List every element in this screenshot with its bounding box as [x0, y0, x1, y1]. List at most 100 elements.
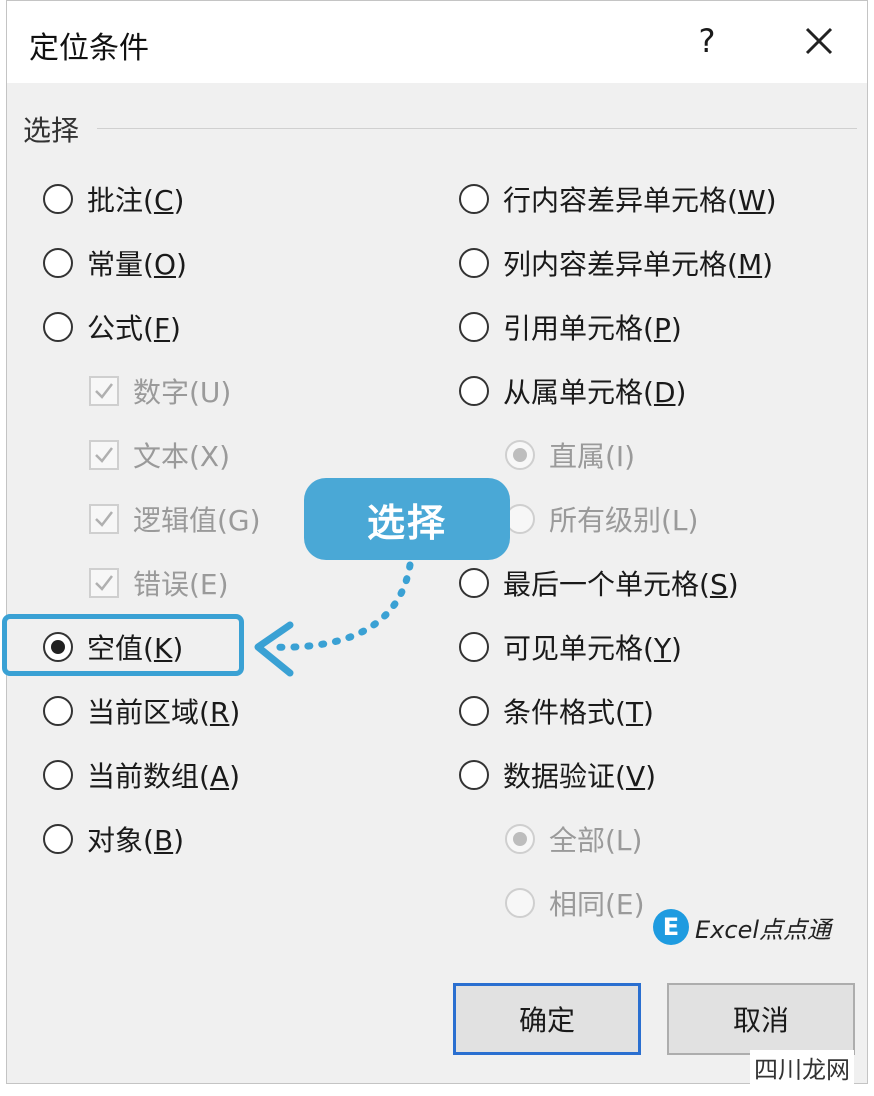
radio-icon[interactable] [43, 184, 73, 214]
left-option-label-3: 数字(U) [133, 371, 231, 411]
label-text: 当前数组( [87, 760, 210, 793]
right-option-10: 全部(L) [505, 815, 642, 863]
left-option-1[interactable]: 常量(O) [43, 239, 187, 287]
right-option-3[interactable]: 从属单元格(D) [459, 367, 686, 415]
access-key: R [209, 696, 230, 729]
right-option-6[interactable]: 最后一个单元格(S) [459, 559, 739, 607]
left-option-label-8: 当前区域(R) [87, 691, 240, 731]
label-text: 对象( [87, 824, 154, 857]
dotted-arrow-icon [254, 561, 414, 677]
radio-icon[interactable] [459, 312, 489, 342]
help-button[interactable]: ? [689, 19, 725, 63]
left-option-10[interactable]: 对象(B) [43, 815, 184, 863]
right-option-label-8: 条件格式(T) [503, 691, 654, 731]
label-text: 错误(E) [133, 568, 229, 601]
label-text: 直属(I) [549, 440, 636, 473]
right-option-7[interactable]: 可见单元格(Y) [459, 623, 682, 671]
label-text: 可见单元格( [503, 632, 654, 665]
radio-icon[interactable] [43, 312, 73, 342]
radio-icon[interactable] [43, 824, 73, 854]
label-text: 公式( [87, 312, 154, 345]
right-option-label-0: 行内容差异单元格(W) [503, 179, 777, 219]
radio-icon[interactable] [459, 696, 489, 726]
label-tail: ) [643, 696, 654, 729]
left-option-6: 错误(E) [89, 559, 229, 607]
access-key: D [653, 376, 676, 409]
right-option-label-9: 数据验证(V) [503, 755, 656, 795]
right-option-8[interactable]: 条件格式(T) [459, 687, 654, 735]
watermark-text: Excel点点通 [695, 915, 831, 944]
access-key: Y [653, 632, 672, 665]
radio-selected-icon [505, 824, 535, 854]
right-option-9[interactable]: 数据验证(V) [459, 751, 656, 799]
label-text: 列内容差异单元格( [503, 248, 738, 281]
left-option-9[interactable]: 当前数组(A) [43, 751, 240, 799]
group-divider [97, 128, 857, 129]
access-key: V [625, 760, 646, 793]
radio-selected-icon [505, 440, 535, 470]
access-key: F [153, 312, 171, 345]
right-option-label-1: 列内容差异单元格(M) [503, 243, 773, 283]
access-key: B [153, 824, 174, 857]
label-text: 数据验证( [503, 760, 626, 793]
radio-icon[interactable] [43, 696, 73, 726]
radio-icon[interactable] [459, 568, 489, 598]
label-text: 从属单元格( [503, 376, 654, 409]
title-bar: 定位条件 ? [7, 1, 867, 83]
cancel-button[interactable]: 取消 [667, 983, 855, 1055]
callout-bubble: 选择 [304, 478, 510, 560]
left-option-label-4: 文本(X) [133, 435, 230, 475]
radio-icon [505, 888, 535, 918]
label-text: 数字(U) [133, 376, 232, 409]
radio-icon[interactable] [459, 632, 489, 662]
left-option-label-2: 公式(F) [87, 307, 181, 347]
close-button[interactable] [797, 19, 841, 63]
checkbox-icon [89, 376, 119, 406]
label-text: 当前区域( [87, 696, 210, 729]
label-tail: ) [675, 376, 687, 409]
right-option-label-4: 直属(I) [549, 435, 635, 475]
radio-icon[interactable] [459, 760, 489, 790]
radio-icon[interactable] [459, 184, 489, 214]
label-tail: ) [173, 184, 185, 217]
right-option-2[interactable]: 引用单元格(P) [459, 303, 682, 351]
radio-icon[interactable] [43, 760, 73, 790]
label-text: 相同(E) [549, 888, 645, 921]
radio-icon[interactable] [43, 248, 73, 278]
site-watermark: 四川龙网 [750, 1050, 854, 1085]
label-tail: ) [229, 696, 241, 729]
right-option-0[interactable]: 行内容差异单元格(W) [459, 175, 777, 223]
access-key: W [737, 184, 766, 217]
right-option-4: 直属(I) [505, 431, 635, 479]
checkbox-icon [89, 504, 119, 534]
ok-button[interactable]: 确定 [453, 983, 641, 1055]
right-option-label-6: 最后一个单元格(S) [503, 563, 739, 603]
access-key: A [209, 760, 230, 793]
close-icon [805, 27, 833, 55]
access-key: O [153, 248, 176, 281]
right-option-label-7: 可见单元格(Y) [503, 627, 682, 667]
group-label-select: 选择 [23, 114, 80, 147]
right-option-label-2: 引用单元格(P) [503, 307, 682, 347]
label-tail: ) [645, 760, 657, 793]
watermark: E Excel点点通 [653, 909, 831, 945]
left-option-5: 逻辑值(G) [89, 495, 261, 543]
access-key: M [737, 248, 763, 281]
label-text: 常量( [87, 248, 154, 281]
label-tail: ) [670, 312, 682, 345]
label-tail: ) [173, 824, 185, 857]
left-option-2[interactable]: 公式(F) [43, 303, 181, 351]
label-tail: ) [229, 760, 241, 793]
access-key: P [653, 312, 671, 345]
label-text: 文本(X) [133, 440, 231, 473]
label-text: 行内容差异单元格( [503, 184, 738, 217]
left-option-3: 数字(U) [89, 367, 231, 415]
radio-icon[interactable] [459, 248, 489, 278]
access-key: S [709, 568, 728, 601]
radio-icon[interactable] [459, 376, 489, 406]
left-option-0[interactable]: 批注(C) [43, 175, 184, 223]
right-option-11: 相同(E) [505, 879, 645, 927]
left-option-8[interactable]: 当前区域(R) [43, 687, 240, 735]
right-option-label-10: 全部(L) [549, 819, 642, 859]
right-option-1[interactable]: 列内容差异单元格(M) [459, 239, 773, 287]
